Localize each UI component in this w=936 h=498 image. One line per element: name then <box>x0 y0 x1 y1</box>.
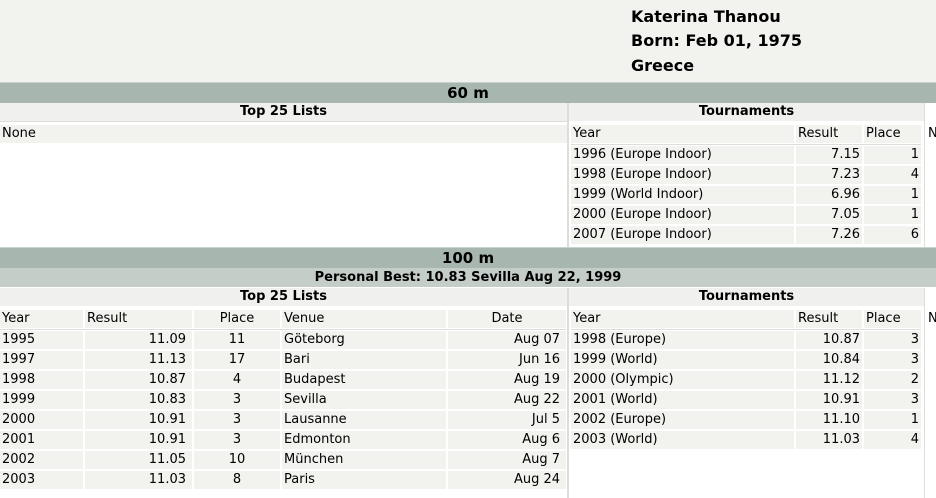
col-header-place: Place <box>864 125 921 143</box>
tournament-year: 2007 (Europe Indoor) <box>571 226 794 244</box>
tournament-place: 2 <box>864 371 921 389</box>
top25-venue: Lausanne <box>282 411 446 429</box>
tournament-place: 6 <box>864 226 921 244</box>
top25-year: 2003 <box>0 471 83 489</box>
top25-place: 3 <box>194 431 280 449</box>
top25-year: 1995 <box>0 331 83 349</box>
top25-heading-100m: Top 25 Lists <box>0 288 567 306</box>
tournament-place: 3 <box>864 351 921 369</box>
event-title-100m: 100 m <box>0 247 936 268</box>
tournament-result: 7.15 <box>796 146 862 164</box>
tournament-year: 1998 (Europe) <box>571 331 794 349</box>
top25-result: 10.83 <box>85 391 192 409</box>
top25-year: 1998 <box>0 371 83 389</box>
top25-date: Aug 07 <box>448 331 566 349</box>
top25-venue: Budapest <box>282 371 446 389</box>
tournament-year: 2003 (World) <box>571 431 794 449</box>
col-header-year: Year <box>571 125 794 143</box>
top25-venue: Sevilla <box>282 391 446 409</box>
tournament-year: 1999 (World) <box>571 351 794 369</box>
athlete-born: Born: Feb 01, 1975 <box>631 31 803 50</box>
tournament-result: 11.03 <box>796 431 862 449</box>
top25-date: Aug 7 <box>448 451 566 469</box>
top25-year: 1997 <box>0 351 83 369</box>
tournament-year: 2000 (Europe Indoor) <box>571 206 794 224</box>
top25-place: 11 <box>194 331 280 349</box>
tournament-place: 3 <box>864 391 921 409</box>
tournament-result: 10.87 <box>796 331 862 349</box>
tournament-result: 10.91 <box>796 391 862 409</box>
tournament-year: 1996 (Europe Indoor) <box>571 146 794 164</box>
tournaments-heading-60m: Tournaments <box>569 103 924 121</box>
top25-result: 10.87 <box>85 371 192 389</box>
top25-result: 10.91 <box>85 431 192 449</box>
top25-date: Aug 22 <box>448 391 566 409</box>
tournament-result: 11.12 <box>796 371 862 389</box>
top25-date: Aug 24 <box>448 471 566 489</box>
top25-result: 11.05 <box>85 451 192 469</box>
tournament-year: 2002 (Europe) <box>571 411 794 429</box>
top25-result: 10.91 <box>85 411 192 429</box>
top25-result: 11.13 <box>85 351 192 369</box>
tournament-place: 3 <box>864 331 921 349</box>
tournament-place: 1 <box>864 411 921 429</box>
top25-result: 11.09 <box>85 331 192 349</box>
tournament-place: 1 <box>864 146 921 164</box>
top25-year: 2002 <box>0 451 83 469</box>
top25-venue: Edmonton <box>282 431 446 449</box>
tournament-place: 1 <box>864 206 921 224</box>
col-header-extra: N <box>926 125 936 143</box>
top25-venue: Paris <box>282 471 446 489</box>
top25-heading-60m: Top 25 Lists <box>0 103 567 121</box>
col-header-result: Result <box>796 310 862 328</box>
top25-place: 8 <box>194 471 280 489</box>
top25-date: Jun 16 <box>448 351 566 369</box>
tournament-result: 7.26 <box>796 226 862 244</box>
col-header-place: Place <box>194 310 280 328</box>
col-header-year: Year <box>0 310 83 328</box>
event-title-60m: 60 m <box>0 82 936 103</box>
top25-venue: Göteborg <box>282 331 446 349</box>
tournament-year: 1998 (Europe Indoor) <box>571 166 794 184</box>
tournament-result: 11.10 <box>796 411 862 429</box>
tournament-year: 2000 (Olympic) <box>571 371 794 389</box>
tournament-result: 6.96 <box>796 186 862 204</box>
tournament-place: 4 <box>864 166 921 184</box>
top25-venue: Bari <box>282 351 446 369</box>
top25-venue: München <box>282 451 446 469</box>
tournament-year: 2001 (World) <box>571 391 794 409</box>
tournaments-heading-100m: Tournaments <box>569 288 924 306</box>
tournament-year: 1999 (World Indoor) <box>571 186 794 204</box>
top25-year: 2001 <box>0 431 83 449</box>
tournament-place: 1 <box>864 186 921 204</box>
top25-place: 3 <box>194 391 280 409</box>
tournament-place: 4 <box>864 431 921 449</box>
top25-date: Jul 5 <box>448 411 566 429</box>
personal-best-100m: Personal Best: 10.83 Sevilla Aug 22, 199… <box>0 268 936 287</box>
col-header-extra: N <box>926 310 936 328</box>
top25-result: 11.03 <box>85 471 192 489</box>
tournament-result: 10.84 <box>796 351 862 369</box>
top25-year: 2000 <box>0 411 83 429</box>
col-header-year: Year <box>571 310 794 328</box>
top25-none-60m: None <box>0 125 569 143</box>
athlete-country: Greece <box>631 56 695 75</box>
top25-place: 3 <box>194 411 280 429</box>
top25-year: 1999 <box>0 391 83 409</box>
tournament-result: 7.05 <box>796 206 862 224</box>
col-header-date: Date <box>448 310 566 328</box>
top25-place: 17 <box>194 351 280 369</box>
col-header-place: Place <box>864 310 921 328</box>
top25-date: Aug 6 <box>448 431 566 449</box>
top25-place: 10 <box>194 451 280 469</box>
col-header-result: Result <box>85 310 192 328</box>
col-header-result: Result <box>796 125 862 143</box>
athlete-name: Katerina Thanou <box>631 7 781 26</box>
top25-date: Aug 19 <box>448 371 566 389</box>
col-header-venue: Venue <box>282 310 446 328</box>
top25-place: 4 <box>194 371 280 389</box>
tournament-result: 7.23 <box>796 166 862 184</box>
